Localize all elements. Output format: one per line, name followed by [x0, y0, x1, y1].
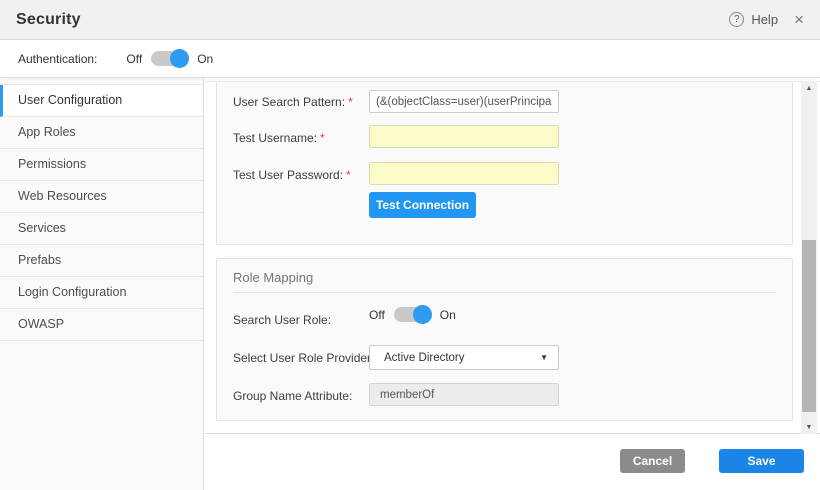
authentication-off-label: Off	[126, 52, 142, 66]
authentication-on-label: On	[197, 52, 213, 66]
dialog-footer: Cancel Save	[205, 434, 820, 490]
sidebar-item-web-resources[interactable]: Web Resources	[0, 181, 203, 213]
save-button[interactable]: Save	[719, 449, 804, 473]
search-user-role-on-label: On	[440, 308, 456, 322]
label-text: Test User Password:	[233, 168, 343, 182]
required-asterisk: *	[320, 131, 325, 145]
sidebar-item-services[interactable]: Services	[0, 213, 203, 245]
test-user-password-label: Test User Password:*	[233, 168, 351, 182]
search-user-role-off-label: Off	[369, 308, 385, 322]
user-role-provider-select[interactable]: Active Directory ▼	[369, 345, 559, 370]
label-text: User Search Pattern:	[233, 95, 345, 109]
user-search-pattern-label: User Search Pattern:*	[233, 95, 353, 109]
sidebar-item-owasp[interactable]: OWASP	[0, 309, 203, 341]
help-icon[interactable]: ?	[729, 12, 744, 27]
authentication-bar: Authentication: Off On	[0, 40, 820, 78]
sidebar-item-prefabs[interactable]: Prefabs	[0, 245, 203, 277]
user-search-pattern-input[interactable]	[369, 90, 559, 113]
content-area: User Search Pattern:* Test Username:* Te…	[205, 78, 820, 490]
security-dialog: Security ? Help × Authentication: Off On…	[0, 0, 820, 490]
test-username-input[interactable]	[369, 125, 559, 148]
help-icon-glyph: ?	[734, 14, 740, 25]
authentication-label: Authentication:	[18, 52, 97, 66]
help-link[interactable]: Help	[751, 12, 778, 27]
select-user-role-provider-label: Select User Role Provider:	[233, 351, 374, 365]
connection-test-panel: User Search Pattern:* Test Username:* Te…	[216, 81, 793, 245]
dropdown-arrow-icon: ▼	[540, 353, 548, 362]
scroll-viewport: User Search Pattern:* Test Username:* Te…	[205, 81, 820, 434]
selected-provider-value: Active Directory	[384, 352, 540, 364]
required-asterisk: *	[346, 168, 351, 182]
header-actions: ? Help ×	[729, 11, 804, 28]
authentication-toggle-group: Off On	[126, 51, 213, 66]
toggle-knob	[413, 305, 432, 324]
sidebar-item-permissions[interactable]: Permissions	[0, 149, 203, 181]
label-text: Test Username:	[233, 131, 317, 145]
sidebar-item-login-configuration[interactable]: Login Configuration	[0, 277, 203, 309]
role-mapping-title: Role Mapping	[233, 270, 313, 285]
divider	[233, 292, 776, 293]
test-user-password-input[interactable]	[369, 162, 559, 185]
test-username-label: Test Username:*	[233, 131, 325, 145]
page-title: Security	[16, 11, 81, 29]
required-asterisk: *	[348, 95, 353, 109]
sidebar-item-app-roles[interactable]: App Roles	[0, 117, 203, 149]
sidebar-item-user-configuration[interactable]: User Configuration	[0, 85, 203, 117]
scrollbar-thumb[interactable]	[802, 240, 816, 412]
toggle-knob	[170, 49, 189, 68]
close-icon[interactable]: ×	[794, 11, 804, 28]
authentication-toggle[interactable]	[151, 51, 188, 66]
settings-sidebar: User Configuration App Roles Permissions…	[0, 78, 204, 490]
test-connection-button[interactable]: Test Connection	[369, 192, 476, 218]
search-user-role-label: Search User Role:	[233, 313, 331, 327]
role-mapping-panel: Role Mapping Search User Role: Off On Se…	[216, 258, 793, 421]
group-name-attribute-input	[369, 383, 559, 406]
search-user-role-toggle-group: Off On	[369, 307, 456, 322]
dialog-header: Security ? Help ×	[0, 0, 820, 40]
sidebar-list: User Configuration App Roles Permissions…	[0, 84, 203, 341]
scroll-down-button[interactable]: ▼	[801, 420, 817, 434]
group-name-attribute-label: Group Name Attribute:	[233, 389, 352, 403]
scroll-up-button[interactable]: ▲	[801, 81, 817, 95]
search-user-role-toggle[interactable]	[394, 307, 431, 322]
cancel-button[interactable]: Cancel	[620, 449, 685, 473]
scrollbar[interactable]: ▲ ▼	[801, 81, 817, 434]
